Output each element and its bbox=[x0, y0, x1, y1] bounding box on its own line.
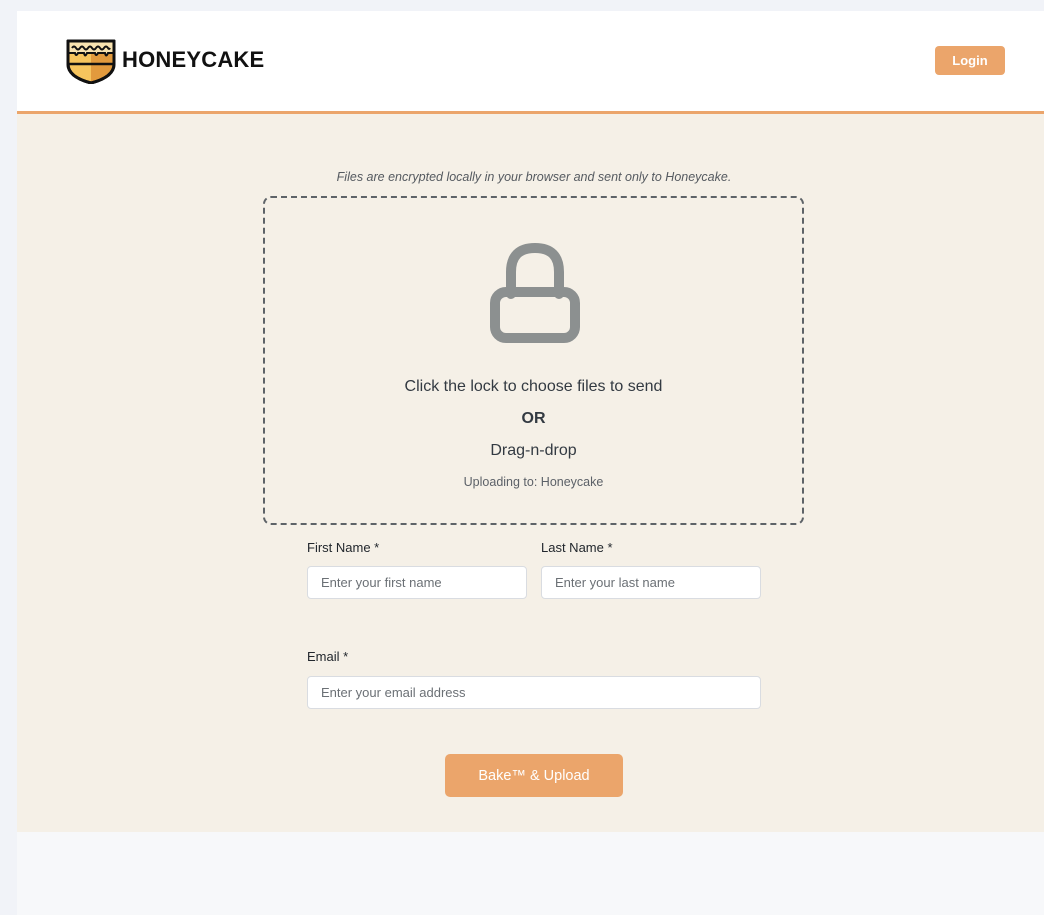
honeycake-shield-logo-icon bbox=[66, 39, 116, 84]
site-header: HONEYCAKE Login bbox=[17, 11, 1044, 114]
upload-page: Files are encrypted locally in your brow… bbox=[17, 114, 1044, 832]
login-button[interactable]: Login bbox=[935, 46, 1005, 75]
first-name-field[interactable] bbox=[307, 566, 527, 599]
app-window: HONEYCAKE Login Files are encrypted loca… bbox=[17, 11, 1044, 915]
upload-destination: Uploading to: Honeycake bbox=[463, 475, 604, 489]
last-name-label: Last Name * bbox=[541, 540, 613, 555]
encryption-notice: Files are encrypted locally in your brow… bbox=[336, 170, 732, 184]
email-field[interactable] bbox=[307, 676, 761, 709]
brand-name: HONEYCAKE bbox=[122, 47, 265, 72]
dropzone-or-separator: OR bbox=[521, 410, 546, 427]
file-dropzone[interactable]: Click the lock to choose files to send O… bbox=[263, 196, 804, 525]
last-name-field[interactable] bbox=[541, 566, 761, 599]
email-label: Email * bbox=[307, 649, 349, 664]
dropzone-instruction: Click the lock to choose files to send bbox=[404, 378, 663, 395]
lock-icon[interactable] bbox=[485, 238, 585, 343]
first-name-label: First Name * bbox=[307, 540, 380, 555]
bake-upload-button[interactable]: Bake™ & Upload bbox=[445, 754, 623, 797]
dropzone-drag-text: Drag-n-drop bbox=[490, 442, 577, 459]
brand-logo[interactable]: HONEYCAKE bbox=[65, 36, 264, 84]
